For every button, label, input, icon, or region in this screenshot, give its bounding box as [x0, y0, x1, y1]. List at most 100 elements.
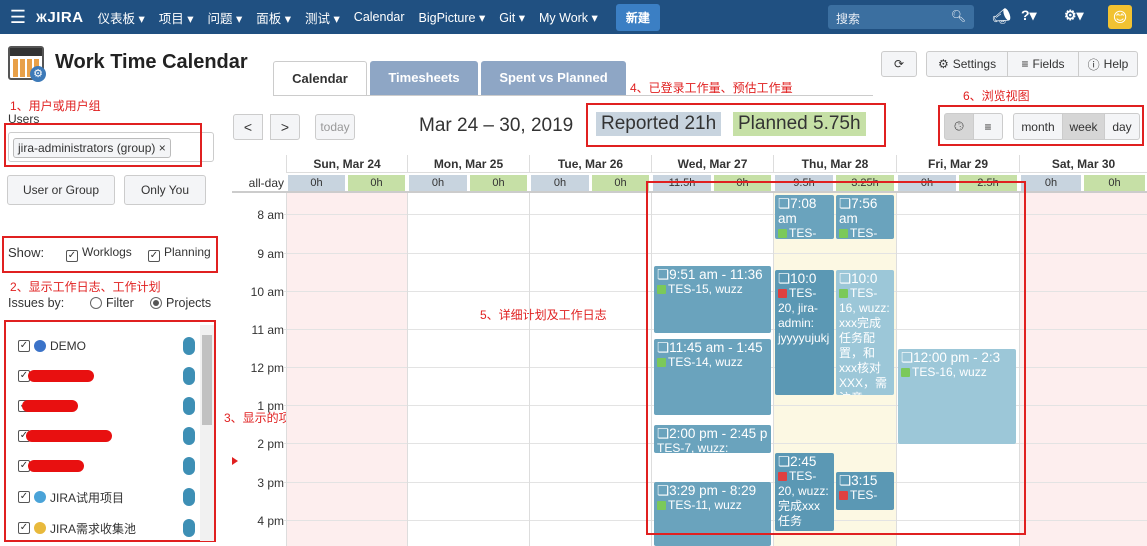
annotation-box-5 [646, 181, 1026, 535]
tab-spent-vs-planned[interactable]: Spent vs Planned [481, 61, 626, 96]
day-header: Wed, Mar 27 [651, 155, 773, 173]
nav-git[interactable]: Git ▾ [499, 10, 525, 25]
redacted-scribble [26, 430, 112, 442]
settings-button[interactable]: ⚙ Settings [926, 51, 1008, 77]
menu-icon[interactable]: ☰ [0, 7, 36, 28]
tab-calendar[interactable]: Calendar [273, 61, 367, 96]
nav-calendar[interactable]: Calendar [354, 10, 405, 24]
annotation-box-2 [2, 236, 218, 273]
radio-on-icon [150, 297, 162, 309]
day-divider [407, 193, 408, 546]
annotation-4: 4、已登录工作量、预估工作量 [630, 81, 793, 95]
nav-bigpicture[interactable]: BigPicture ▾ [419, 10, 486, 25]
day-header: Sun, Mar 24 [286, 155, 407, 173]
search-icon: 🔍︎ [950, 9, 966, 23]
notifications-icon[interactable]: 📣︎ [992, 7, 1011, 25]
project-item-jira-requests[interactable]: ✓ JIRA需求收集池 [18, 519, 136, 537]
reported-chip: 0h [531, 175, 589, 191]
tab-timesheets[interactable]: Timesheets [370, 61, 478, 96]
checkbox-checked-icon: ✓ [18, 340, 30, 352]
search-input[interactable]: 搜索 🔍︎ [828, 5, 974, 29]
hour-label: 12 pm [250, 361, 284, 375]
color-pill[interactable] [183, 427, 195, 445]
checkbox-checked-icon: ✓ [18, 491, 30, 503]
project-list-scrollbar[interactable] [200, 325, 214, 541]
help-button[interactable]: ⓘ Help [1078, 51, 1138, 77]
reported-chip: 0h [288, 175, 345, 191]
day-header: Tue, Mar 26 [529, 155, 651, 173]
color-pill[interactable] [183, 519, 195, 537]
only-you-button[interactable]: Only You [124, 175, 206, 205]
current-time-indicator [232, 457, 238, 465]
settings-icon[interactable]: ⚙▾ [1064, 7, 1084, 24]
color-pill[interactable] [183, 367, 195, 385]
hour-label: 11 am [251, 323, 284, 337]
refresh-icon: ⟳ [893, 57, 905, 71]
jira-logo[interactable]: ЖJIRA [36, 9, 84, 26]
project-label: JIRA需求收集池 [50, 521, 137, 536]
hour-label: 2 pm [257, 437, 284, 451]
day-header: Mon, Mar 25 [407, 155, 529, 173]
annotation-box-4 [586, 103, 886, 147]
create-button[interactable]: 新建 [615, 3, 660, 31]
project-item-demo[interactable]: ✓ DEMO [18, 337, 86, 355]
reported-chip: 0h [1021, 175, 1081, 191]
allday-label: all-day [248, 176, 284, 190]
planned-chip: 0h [1084, 175, 1145, 191]
annotation-2: 2、显示工作日志、工作计划 [10, 280, 161, 294]
fields-button[interactable]: ≡ Fields [1007, 51, 1079, 77]
nav-boards[interactable]: 面板 ▾ [256, 8, 291, 27]
hour-label: 9 am [257, 247, 284, 261]
day-header: Fri, Mar 29 [896, 155, 1019, 173]
nav-my-work[interactable]: My Work ▾ [539, 10, 598, 25]
day-divider [529, 193, 530, 546]
settings-label: Settings [952, 57, 997, 71]
color-pill[interactable] [183, 457, 195, 475]
nav-projects[interactable]: 项目 ▾ [159, 8, 194, 27]
gear-icon: ⚙ [30, 66, 46, 82]
projects-radio[interactable]: Projects [150, 296, 211, 310]
list-icon: ≡ [1021, 57, 1029, 71]
prev-week-button[interactable]: < [233, 114, 263, 140]
nav-tests[interactable]: 测试 ▾ [305, 8, 340, 27]
nav-dashboards[interactable]: 仪表板 ▾ [98, 8, 145, 27]
help-label: Help [1103, 57, 1129, 71]
next-week-button[interactable]: > [270, 114, 300, 140]
redacted-scribble [22, 400, 78, 412]
search-placeholder: 搜索 [836, 12, 861, 26]
hour-label: 3 pm [257, 476, 284, 490]
color-pill[interactable] [183, 397, 195, 415]
redacted-scribble [28, 370, 94, 382]
page-title: Work Time Calendar [55, 51, 248, 73]
color-pill[interactable] [183, 337, 195, 355]
planned-chip: 0h [348, 175, 405, 191]
radio-off-icon [90, 297, 102, 309]
gear-icon: ⚙ [937, 57, 949, 71]
project-label: JIRA试用项目 [50, 490, 125, 505]
projects-label: Projects [166, 296, 212, 310]
weekend-shade [286, 193, 407, 546]
checkbox-checked-icon: ✓ [18, 522, 30, 534]
project-item-jira-trial[interactable]: ✓ JIRA试用项目 [18, 488, 124, 506]
day-header: Thu, Mar 28 [773, 155, 896, 173]
day-divider [286, 193, 287, 546]
reported-chip: 0h [409, 175, 467, 191]
scroll-thumb[interactable] [202, 335, 212, 425]
user-or-group-button[interactable]: User or Group [7, 175, 115, 205]
project-avatar-icon [34, 340, 46, 352]
calendar-app-icon: ⚙ [8, 46, 46, 82]
planned-chip: 0h [592, 175, 649, 191]
project-avatar-icon [34, 491, 46, 503]
hour-label: 1 pm [257, 399, 284, 413]
help-icon[interactable]: ?▾ [1021, 7, 1037, 24]
nav-issues[interactable]: 问题 ▾ [208, 8, 243, 27]
color-pill[interactable] [183, 488, 195, 506]
project-avatar-icon [34, 522, 46, 534]
refresh-button[interactable]: ⟳ [881, 51, 917, 77]
avatar[interactable]: 😊︎ [1108, 5, 1132, 29]
issues-by-label: Issues by: [8, 296, 65, 310]
annotation-6: 6、浏览视图 [963, 89, 1030, 103]
today-button[interactable]: today [315, 114, 355, 140]
redacted-scribble [28, 460, 84, 472]
filter-radio[interactable]: Filter [90, 296, 134, 310]
